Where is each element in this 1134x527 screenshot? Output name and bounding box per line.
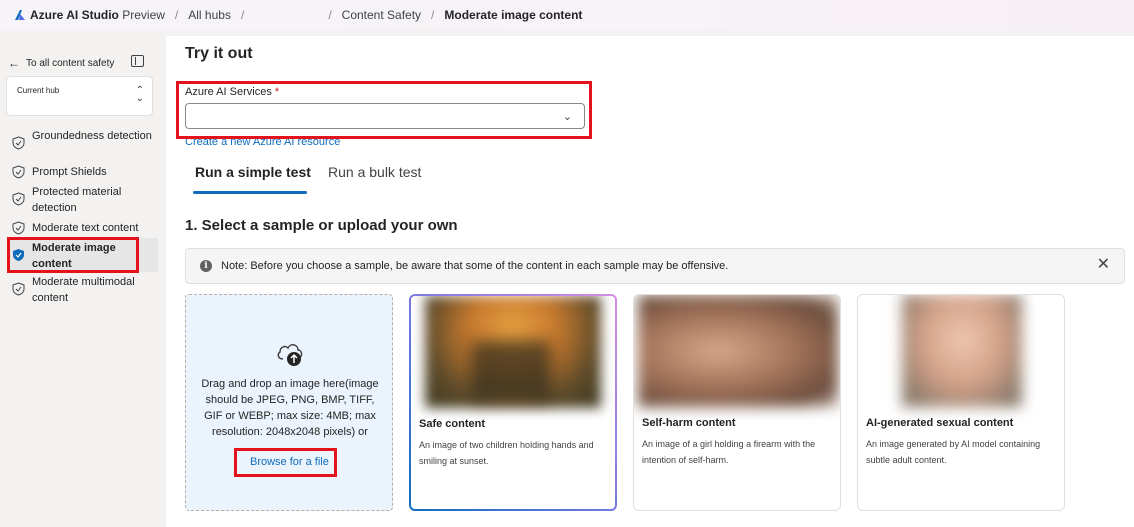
sidebar: ← To all content safety Current hub ⌃ ⌄ G… xyxy=(0,30,160,527)
shield-icon xyxy=(12,165,25,179)
arrow-left-icon: ← xyxy=(8,56,20,70)
breadcrumb-separator: / xyxy=(240,8,245,22)
sample-thumbnail xyxy=(858,295,1064,411)
active-tab-indicator xyxy=(193,191,307,194)
breadcrumb-separator: / xyxy=(328,8,332,22)
shield-icon xyxy=(12,192,25,206)
browse-file-link[interactable]: Browse for a file xyxy=(250,456,329,468)
sample-description: An image of two children holding hands a… xyxy=(419,440,594,466)
breadcrumb-separator: / xyxy=(431,8,435,22)
sample-title: Safe content xyxy=(419,418,486,430)
sidebar-item-label: Protected material detection xyxy=(32,186,122,214)
collapse-sidebar-icon[interactable] xyxy=(131,55,144,67)
section-title: 1. Select a sample or upload your own xyxy=(185,217,458,234)
shield-icon xyxy=(12,221,25,235)
upload-instructions: Drag and drop an image here(image should… xyxy=(201,378,379,438)
top-bar: Azure AI Studio Preview / All hubs / / C… xyxy=(0,0,1134,30)
sample-title: Self-harm content xyxy=(642,417,736,429)
info-icon: i xyxy=(200,260,212,272)
sidebar-item-label: Moderate image content xyxy=(32,242,116,270)
note-text: Note: Before you choose a sample, be awa… xyxy=(221,260,729,272)
shield-icon xyxy=(12,282,25,296)
sidebar-item-protected-material[interactable]: Protected material detection xyxy=(8,182,158,218)
upload-dropzone[interactable]: Drag and drop an image here(image should… xyxy=(185,294,393,511)
current-hub-select[interactable]: Current hub ⌃ ⌄ xyxy=(6,76,153,116)
note-banner: i Note: Before you choose a sample, be a… xyxy=(185,248,1125,284)
tab-simple-test[interactable]: Run a simple test xyxy=(195,164,311,180)
close-icon[interactable]: ✕ xyxy=(1097,257,1110,273)
back-to-content-safety-link[interactable]: ← To all content safety xyxy=(8,56,114,70)
back-link-label: To all content safety xyxy=(26,57,115,69)
sample-card-self-harm[interactable]: Self-harm content An image of a girl hol… xyxy=(633,294,841,511)
chevron-down-icon: ⌄ xyxy=(562,111,572,123)
shield-icon xyxy=(12,136,25,150)
sample-description: An image of a girl holding a firearm wit… xyxy=(642,439,816,465)
sample-title: AI-generated sexual content xyxy=(866,417,1014,429)
current-hub-label: Current hub xyxy=(17,86,60,95)
sidebar-item-moderate-multimodal[interactable]: Moderate multimodal content xyxy=(8,272,158,306)
azure-ai-services-dropdown[interactable]: ⌄ xyxy=(185,103,585,129)
sidebar-item-groundedness[interactable]: Groundedness detection xyxy=(8,126,158,162)
breadcrumb-current: Moderate image content xyxy=(444,8,583,22)
sidebar-nav: Groundedness detection Prompt Shields Pr… xyxy=(8,126,158,306)
sidebar-item-moderate-text[interactable]: Moderate text content xyxy=(8,218,158,238)
sample-card-ai-generated[interactable]: AI-generated sexual content An image gen… xyxy=(857,294,1065,511)
app-title[interactable]: Azure AI Studio Preview xyxy=(30,8,165,22)
breadcrumb-content-safety[interactable]: Content Safety xyxy=(342,8,421,22)
breadcrumb-all-hubs[interactable]: All hubs xyxy=(188,8,231,22)
sidebar-item-label: Groundedness detection xyxy=(32,130,152,142)
cloud-upload-icon xyxy=(277,344,303,366)
service-field-label: Azure AI Services * xyxy=(185,86,280,98)
sidebar-item-label: Prompt Shields xyxy=(32,166,107,178)
sidebar-item-prompt-shields[interactable]: Prompt Shields xyxy=(8,162,158,182)
azure-logo-icon xyxy=(15,10,25,20)
sample-thumbnail xyxy=(411,296,615,412)
create-resource-link[interactable]: Create a new Azure AI resource xyxy=(185,136,340,148)
sample-card-safe[interactable]: Safe content An image of two children ho… xyxy=(409,294,617,511)
sample-description: An image generated by AI model containin… xyxy=(866,439,1041,465)
chevron-up-down-icon: ⌃ ⌄ xyxy=(135,85,144,104)
sidebar-item-label: Moderate multimodal content xyxy=(32,276,135,304)
tab-bulk-test[interactable]: Run a bulk test xyxy=(328,164,421,180)
shield-filled-icon xyxy=(13,249,24,261)
sidebar-item-label: Moderate text content xyxy=(32,222,139,234)
page-title: Try it out xyxy=(185,45,253,62)
breadcrumb-separator: / xyxy=(174,8,179,22)
main-panel: Try it out Azure AI Services * ⌄ Create … xyxy=(166,36,1134,527)
sample-thumbnail xyxy=(634,295,840,411)
sidebar-item-moderate-image[interactable]: Moderate image content xyxy=(8,238,158,272)
